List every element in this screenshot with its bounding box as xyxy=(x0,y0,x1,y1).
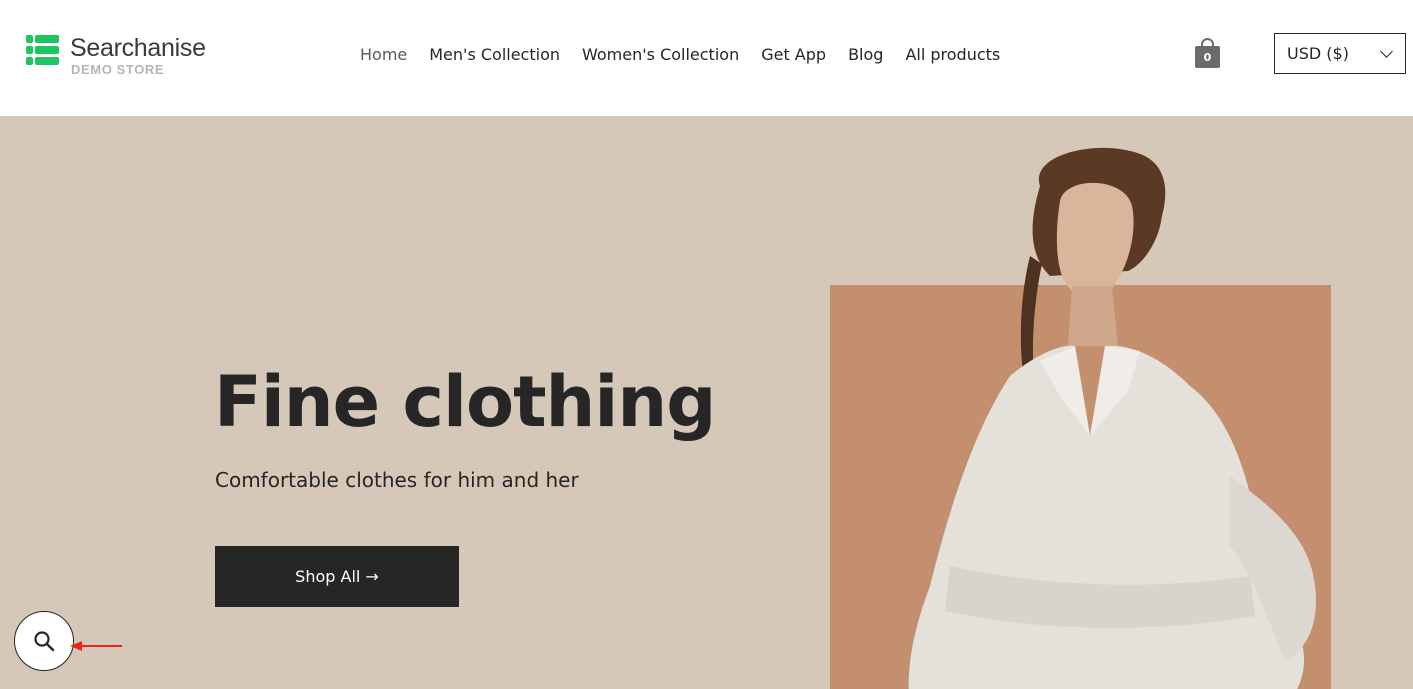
currency-value: USD ($) xyxy=(1287,44,1349,63)
chevron-down-icon xyxy=(1380,45,1393,58)
logo-name: Searchanise xyxy=(70,34,206,62)
hero-title: Fine clothing xyxy=(214,361,716,443)
nav-all-products[interactable]: All products xyxy=(897,45,1008,64)
currency-select[interactable]: USD ($) xyxy=(1274,33,1406,74)
main-nav: Home Men's Collection Women's Collection… xyxy=(352,42,1014,66)
hero-banner: Fine clothing Comfortable clothes for hi… xyxy=(0,116,1413,689)
nav-home[interactable]: Home xyxy=(352,45,415,64)
nav-mens-collection[interactable]: Men's Collection xyxy=(421,45,568,64)
nav-womens-collection[interactable]: Women's Collection xyxy=(574,45,747,64)
nav-blog[interactable]: Blog xyxy=(840,45,891,64)
nav-get-app[interactable]: Get App xyxy=(753,45,834,64)
search-button[interactable] xyxy=(14,611,74,671)
hero-model-image xyxy=(908,147,1316,689)
cart-count: 0 xyxy=(1203,51,1212,64)
cart-button[interactable]: 0 xyxy=(1195,38,1220,68)
annotation-arrow-icon xyxy=(70,641,122,651)
site-header: Searchanise DEMO STORE Home Men's Collec… xyxy=(0,0,1413,116)
store-logo[interactable]: Searchanise DEMO STORE xyxy=(26,34,206,78)
hero-subtitle: Comfortable clothes for him and her xyxy=(215,468,579,492)
logo-icon xyxy=(26,35,60,69)
shop-all-button[interactable]: Shop All → xyxy=(215,546,459,607)
logo-subtitle: DEMO STORE xyxy=(71,62,165,77)
search-icon xyxy=(34,631,55,652)
